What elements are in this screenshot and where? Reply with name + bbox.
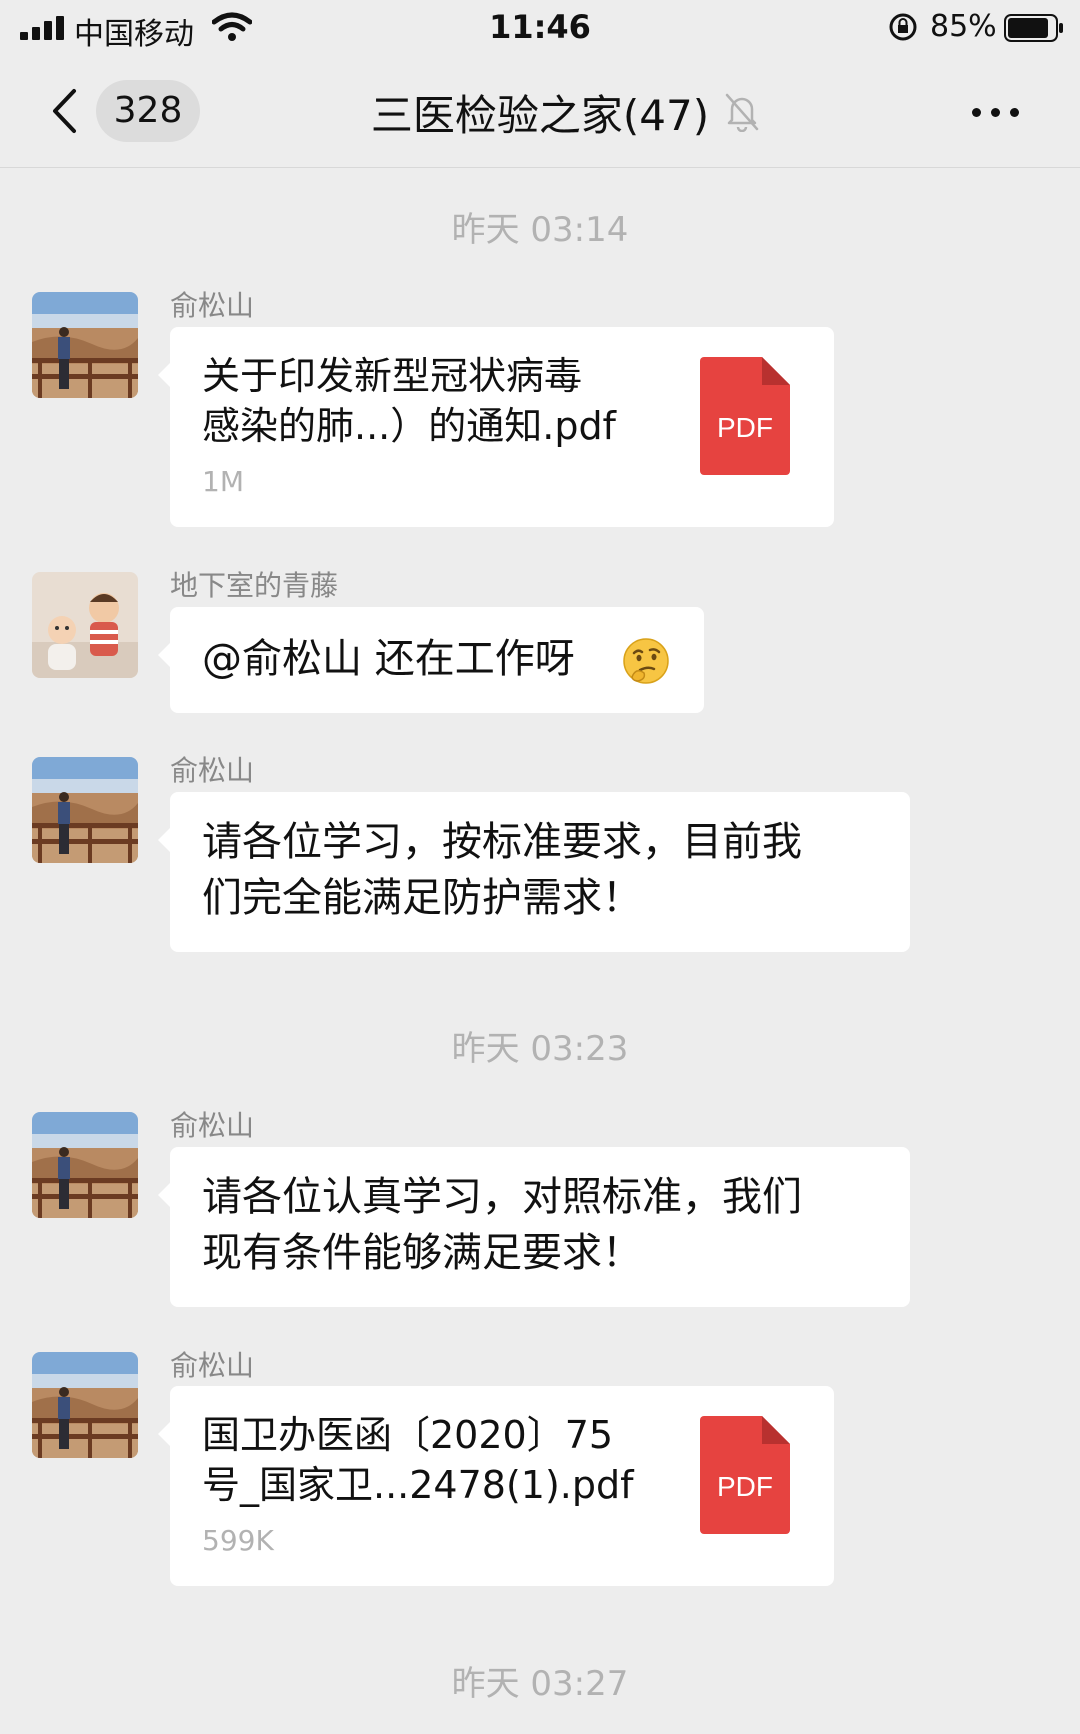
file-name-line: 感染的肺...）的通知.pdf [202,404,616,448]
rotation-lock-icon [889,13,917,41]
sender-name: 俞松山 [170,754,255,787]
file-name-line: 关于印发新型冠状病毒 [202,354,583,398]
avatar-dixiashi-qingteng[interactable] [32,572,138,678]
pdf-file-icon: PDF [700,1416,790,1534]
message-line: 现有条件能够满足要求！ [202,1230,642,1276]
text-message-bubble[interactable]: @俞松山 还在工作呀 [158,607,704,713]
message-text-content: @俞松山 还在工作呀 [202,636,575,682]
file-message-bubble[interactable]: 关于印发新型冠状病毒 感染的肺...）的通知.pdf 1M PDF [158,327,834,527]
battery-icon [1004,14,1063,42]
more-dot [1010,108,1019,117]
sender-name: 俞松山 [170,289,255,322]
file-message-bubble[interactable]: 国卫办医函〔2020〕75 号_国家卫...2478(1).pdf 599K P… [158,1386,834,1586]
message-text: 请各位学习，按标准要求，目前我 们完全能满足防护需求！ [202,814,802,926]
sender-name: 俞松山 [170,1109,255,1142]
file-name-line: 号_国家卫...2478(1).pdf [202,1463,634,1507]
status-bar: 中国移动 11:46 85% [0,0,1080,56]
message-line: 请各位认真学习，对照标准，我们 [202,1174,802,1220]
status-time: 11:46 [489,8,591,46]
file-name: 国卫办医函〔2020〕75 号_国家卫...2478(1).pdf [202,1410,672,1510]
avatar-yu-songshan[interactable] [32,757,138,863]
avatar-yu-songshan[interactable] [32,1112,138,1218]
svg-text:PDF: PDF [717,1471,773,1502]
message-line: 们完全能满足防护需求！ [202,875,642,921]
message-text: @俞松山 还在工作呀 [202,631,575,687]
message-line: 请各位学习，按标准要求，目前我 [202,819,802,865]
file-name: 关于印发新型冠状病毒 感染的肺...）的通知.pdf [202,351,672,451]
message-text: 请各位认真学习，对照标准，我们 现有条件能够满足要求！ [202,1169,802,1281]
more-options-button[interactable] [968,88,1024,134]
text-message-bubble[interactable]: 请各位认真学习，对照标准，我们 现有条件能够满足要求！ [158,1147,910,1307]
svg-text:PDF: PDF [717,412,773,443]
text-message-bubble[interactable]: 请各位学习，按标准要求，目前我 们完全能满足防护需求！ [158,792,910,952]
avatar-yu-songshan[interactable] [32,1352,138,1458]
thinking-face-emoji-icon [623,638,669,684]
timestamp-separator: 昨天 03:23 [451,1029,629,1069]
chat-title: 三医检验之家(47) [370,91,710,140]
pdf-file-icon: PDF [700,357,790,475]
chat-header: 328 三医检验之家(47) [0,56,1080,168]
file-name-line: 国卫办医函〔2020〕75 [202,1413,614,1457]
timestamp-separator: 昨天 03:14 [451,210,629,250]
sender-name: 地下室的青藤 [170,569,339,602]
timestamp-separator: 昨天 03:27 [451,1664,629,1704]
bell-muted-icon [725,93,759,132]
file-size: 599K [202,1524,274,1557]
file-size: 1M [202,465,244,498]
more-dot [991,108,1000,117]
more-dots-icon [972,108,981,117]
battery-percentage: 85% [930,9,997,44]
avatar-yu-songshan[interactable] [32,292,138,398]
sender-name: 俞松山 [170,1349,255,1382]
